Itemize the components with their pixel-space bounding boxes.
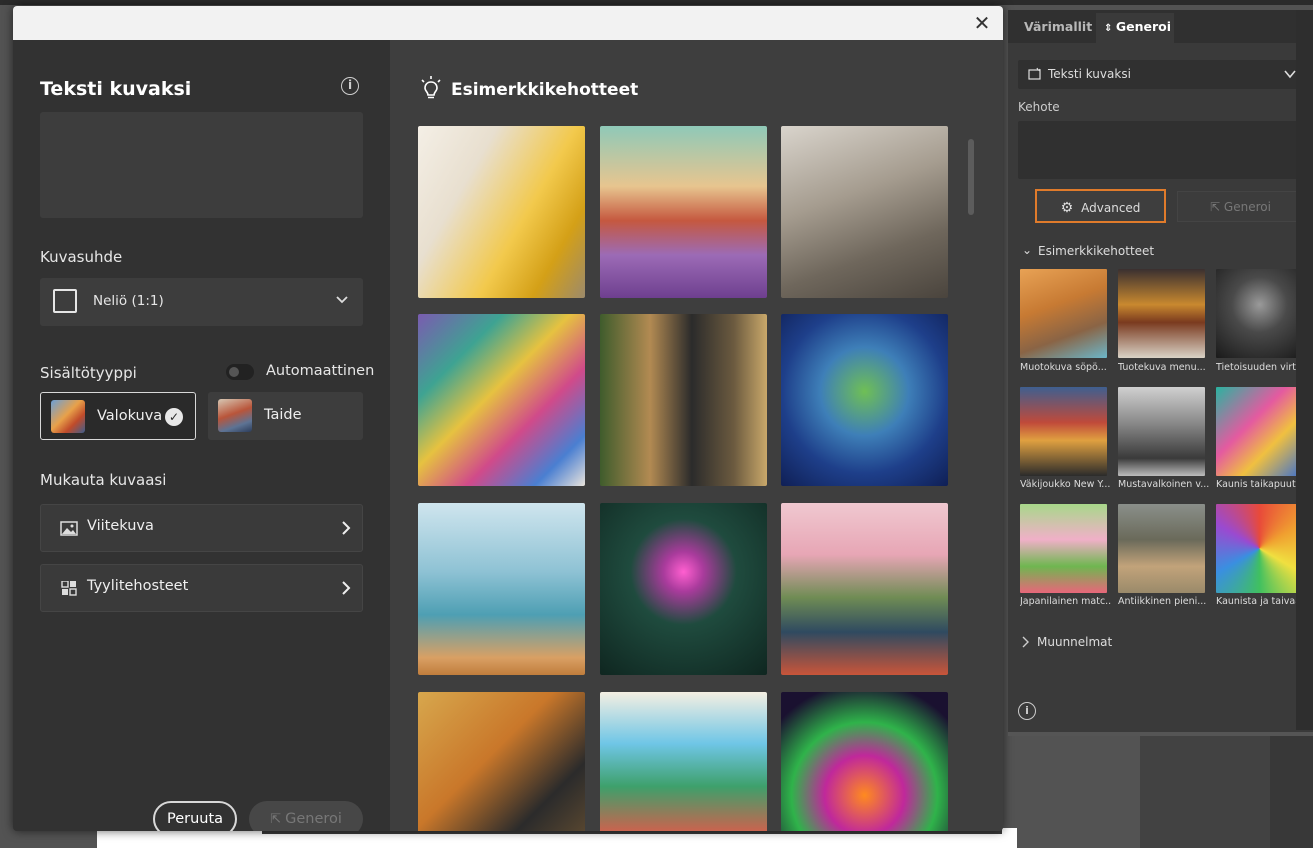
examples-chevron-down-icon[interactable]: ⌄ xyxy=(1022,243,1032,257)
content-type-label: Sisältötyyppi xyxy=(40,364,137,382)
aspect-ratio-value: Neliö (1:1) xyxy=(93,293,164,309)
example-thumbnail[interactable] xyxy=(1216,387,1303,476)
chevron-down-icon xyxy=(1284,70,1296,79)
square-icon xyxy=(53,289,77,313)
customize-label: Mukauta kuvaasi xyxy=(40,471,167,489)
scrollbar-thumb[interactable] xyxy=(968,139,974,215)
mode-dropdown-value: Teksti kuvaksi xyxy=(1048,67,1131,81)
advanced-button-label: Advanced xyxy=(1081,201,1141,215)
chevron-right-icon[interactable] xyxy=(1022,636,1030,648)
example-image[interactable] xyxy=(781,314,948,486)
tab-swatches[interactable]: Värimallit xyxy=(1024,19,1092,34)
examples-title: Esimerkkikehotteet xyxy=(451,80,639,100)
example-caption: Mustavalkoinen v... xyxy=(1118,479,1210,490)
close-icon[interactable]: ✕ xyxy=(971,12,993,34)
example-image[interactable] xyxy=(600,126,767,298)
panel-examples-label[interactable]: Esimerkkikehotteet xyxy=(1038,244,1154,258)
variations-label[interactable]: Muunnelmat xyxy=(1037,635,1112,649)
example-image[interactable] xyxy=(600,692,767,831)
panel-generate-label: Generoi xyxy=(1223,200,1271,214)
image-icon xyxy=(60,521,78,536)
example-image[interactable] xyxy=(418,503,585,675)
example-caption: Tuotekuva menu... xyxy=(1118,362,1206,373)
dialog-title: Teksti kuvaksi xyxy=(40,78,192,100)
aspect-ratio-label: Kuvasuhde xyxy=(40,248,123,266)
chevron-right-icon xyxy=(342,521,351,535)
example-image[interactable] xyxy=(781,503,948,675)
examples-scrollbar[interactable] xyxy=(965,125,977,825)
example-image[interactable] xyxy=(781,126,948,298)
dialog-title-bar: ✕ xyxy=(13,6,1003,40)
generate-icon: ⇱ xyxy=(1210,200,1224,214)
style-effects-icon xyxy=(61,581,77,596)
document-scrollbar[interactable] xyxy=(1270,736,1313,848)
text-to-image-dialog: ✕ Teksti kuvaksi i Kuvasuhde Neliö (1:1)… xyxy=(13,6,1003,831)
panel-scrollbar[interactable] xyxy=(1296,10,1313,730)
gear-icon: ⚙ xyxy=(1060,200,1074,216)
example-thumbnail[interactable] xyxy=(1118,269,1205,358)
example-image[interactable] xyxy=(418,314,585,486)
generate-icon: ⇱ xyxy=(270,812,286,827)
reference-image-label: Viitekuva xyxy=(87,518,154,534)
example-thumbnail[interactable] xyxy=(1118,387,1205,476)
example-thumbnail[interactable] xyxy=(1020,504,1107,593)
info-icon[interactable]: i xyxy=(341,77,359,95)
prompt-input[interactable] xyxy=(40,112,363,218)
example-caption: Antiikkinen pieni... xyxy=(1118,596,1207,607)
example-caption: Kaunis taikapuuta... xyxy=(1216,479,1308,490)
example-image[interactable] xyxy=(781,692,948,831)
example-image[interactable] xyxy=(418,692,585,831)
chevron-down-icon xyxy=(336,296,348,304)
reference-image-row[interactable]: Viitekuva xyxy=(40,504,363,552)
example-image[interactable] xyxy=(418,126,585,298)
app-top-bar xyxy=(0,0,1313,5)
style-effects-row[interactable]: Tyylitehosteet xyxy=(40,564,363,612)
prompt-label: Kehote xyxy=(1018,100,1060,114)
tab-generate-label: Generoi xyxy=(1115,19,1172,34)
generate-button[interactable]: ⇱ Generoi xyxy=(249,801,363,831)
check-icon: ✓ xyxy=(165,408,183,426)
panel-prompt-input[interactable] xyxy=(1018,121,1304,179)
example-caption: Japanilainen matc... xyxy=(1020,596,1112,607)
example-caption: Väkijoukko New Y... xyxy=(1020,479,1111,490)
panel-tab-bar: Värimallit ⇕ Generoi xyxy=(1008,10,1313,43)
panel-divider xyxy=(1008,732,1313,736)
content-type-photo-label: Valokuva xyxy=(97,408,163,424)
generate-panel: Värimallit ⇕ Generoi Teksti kuvaksi Keho… xyxy=(1008,10,1313,732)
photo-thumbnail xyxy=(51,400,85,433)
example-thumbnail[interactable] xyxy=(1020,387,1107,476)
panel-generate-button[interactable]: ⇱ Generoi xyxy=(1177,191,1304,222)
style-effects-label: Tyylitehosteet xyxy=(87,578,189,594)
example-image[interactable] xyxy=(600,503,767,675)
example-thumbnail[interactable] xyxy=(1216,269,1303,358)
example-image[interactable] xyxy=(600,314,767,486)
lightbulb-icon xyxy=(421,76,441,99)
dialog-examples-pane: Esimerkkikehotteet xyxy=(390,40,1003,831)
auto-toggle[interactable] xyxy=(226,364,254,380)
art-thumbnail xyxy=(218,399,252,432)
auto-label: Automaattinen xyxy=(266,363,375,379)
example-caption: Tietoisuuden virt... xyxy=(1216,362,1306,373)
tab-arrows-icon: ⇕ xyxy=(1104,23,1116,34)
example-thumbnail[interactable] xyxy=(1020,269,1107,358)
advanced-button[interactable]: ⚙ Advanced xyxy=(1035,189,1166,223)
mode-dropdown[interactable]: Teksti kuvaksi xyxy=(1018,60,1304,89)
tab-generate[interactable]: ⇕ Generoi xyxy=(1096,13,1174,43)
content-type-art-label: Taide xyxy=(264,407,302,423)
content-type-art[interactable]: Taide xyxy=(208,392,363,440)
info-icon[interactable]: i xyxy=(1018,702,1036,720)
generate-button-label: Generoi xyxy=(285,811,342,827)
dialog-left-pane: Teksti kuvaksi i Kuvasuhde Neliö (1:1) S… xyxy=(13,40,390,831)
text-to-image-icon xyxy=(1028,67,1041,80)
example-caption: Muotokuva söpö... xyxy=(1020,362,1107,373)
toggle-knob xyxy=(229,367,239,377)
cancel-button[interactable]: Peruuta xyxy=(153,801,237,831)
content-type-photo[interactable]: Valokuva ✓ xyxy=(40,392,196,440)
example-thumbnail[interactable] xyxy=(1216,504,1303,593)
example-caption: Kaunista ja taivaal... xyxy=(1216,596,1308,607)
aspect-ratio-select[interactable]: Neliö (1:1) xyxy=(40,278,363,326)
chevron-right-icon xyxy=(342,581,351,595)
example-thumbnail[interactable] xyxy=(1118,504,1205,593)
